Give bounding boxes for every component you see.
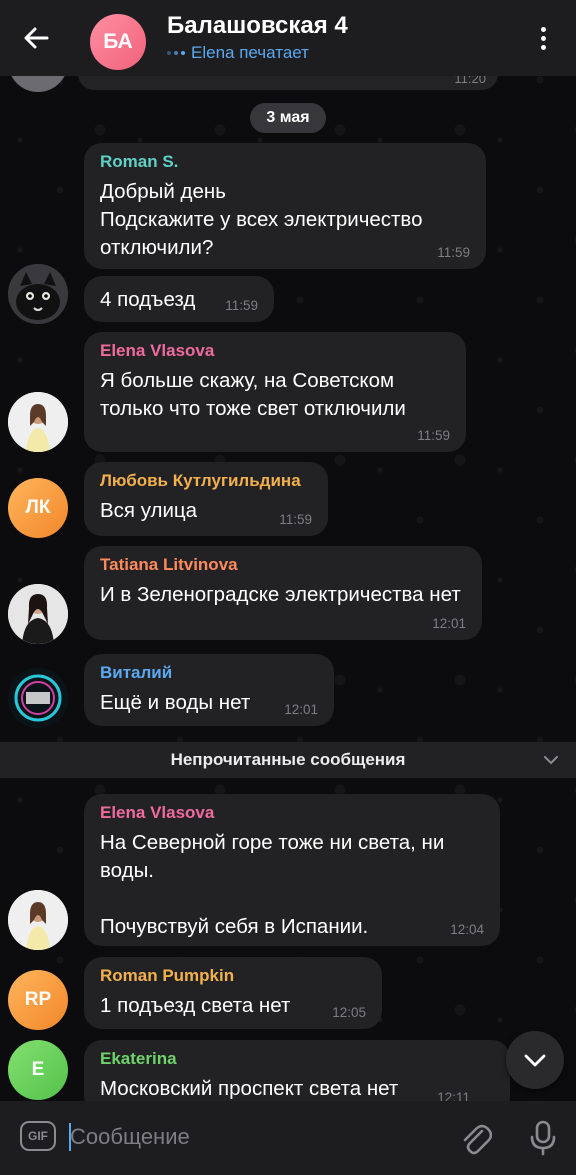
unread-messages-divider[interactable]: Непрочитанные сообщения [0, 742, 576, 778]
avatar-roman-s[interactable] [8, 264, 68, 324]
cat-icon [8, 264, 68, 324]
message-time: 11:59 [437, 245, 470, 260]
message-bubble[interactable]: 4 подъезд 11:59 [84, 276, 274, 322]
avatar-roman-pumpkin[interactable]: RP [8, 970, 68, 1030]
message-text: 1 подъезд света нет [100, 994, 291, 1017]
avatar-vitaliy[interactable] [8, 668, 68, 728]
typing-status: Elena печатает [167, 43, 309, 63]
message-sender[interactable]: Любовь Кутлугильдина [100, 471, 312, 491]
message-bubble[interactable]: Elena Vlasova На Северной горе тоже ни с… [84, 794, 500, 946]
message-time: 12:05 [332, 1005, 366, 1020]
date-separator: 3 мая [250, 103, 326, 133]
message-sender[interactable]: Roman S. [100, 152, 470, 172]
message-text: Добрый день Подскажите у всех электричес… [100, 180, 423, 259]
message-sender[interactable]: Elena Vlasova [100, 341, 450, 361]
person-photo-icon [8, 890, 68, 950]
chat-avatar[interactable]: БА [90, 14, 146, 70]
message-bubble[interactable]: Tatiana Litvinova И в Зеленоградске элек… [84, 546, 482, 640]
message-time: 11:59 [225, 298, 258, 313]
arrow-left-icon [24, 27, 49, 49]
message-sender[interactable]: Виталий [100, 663, 318, 683]
chevron-down-icon [524, 1054, 546, 1067]
message-time: 12:01 [432, 616, 466, 631]
back-button[interactable] [20, 22, 56, 54]
avatar-elena-vlasova[interactable] [8, 392, 68, 452]
logo-icon [8, 668, 68, 728]
person-photo-icon [8, 392, 68, 452]
avatar-lyubov[interactable]: ЛК [8, 478, 68, 538]
chat-title[interactable]: Балашовская 4 [167, 12, 348, 40]
message-composer: GIF [0, 1101, 576, 1175]
message-bubble[interactable]: Roman S. Добрый день Подскажите у всех э… [84, 143, 486, 269]
message-time: 12:04 [450, 922, 484, 937]
message-text: Московский проспект света нет [100, 1077, 399, 1100]
message-text: Я больше скажу, на Советском только что … [100, 369, 406, 420]
typing-dots-icon [167, 51, 185, 55]
avatar-ekaterina[interactable]: E [8, 1040, 68, 1100]
message-time: 11:59 [279, 512, 312, 527]
more-options-button[interactable] [530, 22, 556, 54]
message-bubble[interactable]: Elena Vlasova Я больше скажу, на Советск… [84, 332, 466, 452]
message-input[interactable] [70, 1119, 430, 1155]
message-time: 12:01 [284, 702, 318, 717]
message-text: 4 подъезд [100, 288, 196, 311]
avatar-elena-vlasova[interactable] [8, 890, 68, 950]
message-text: На Северной горе тоже ни света, ни воды.… [100, 831, 445, 938]
message-bubble[interactable]: Любовь Кутлугильдина Вся улица 11:59 [84, 462, 328, 536]
message-bubble[interactable]: Roman Pumpkin 1 подъезд света нет 12:05 [84, 957, 382, 1029]
typing-status-text: Elena печатает [191, 43, 309, 62]
message-sender[interactable]: Elena Vlasova [100, 803, 484, 823]
message-sender[interactable]: Roman Pumpkin [100, 966, 366, 986]
chevron-down-icon[interactable] [542, 752, 560, 768]
gif-button[interactable]: GIF [20, 1121, 56, 1151]
scroll-to-bottom-button[interactable] [506, 1031, 564, 1089]
person-photo-icon [8, 584, 68, 644]
message-sender[interactable]: Tatiana Litvinova [100, 555, 466, 575]
avatar-tatiana-litvinova[interactable] [8, 584, 68, 644]
message-bubble[interactable]: Виталий Ещё и воды нет 12:01 [84, 654, 334, 726]
attach-icon[interactable] [458, 1119, 492, 1157]
chat-header: БА Балашовская 4 Elena печатает [0, 0, 576, 76]
message-time: 11:59 [417, 428, 450, 443]
message-sender[interactable]: Ekaterina [100, 1049, 494, 1069]
unread-label: Непрочитанные сообщения [170, 750, 406, 769]
microphone-icon[interactable] [528, 1119, 558, 1157]
message-text: И в Зеленоградске электричества нет [100, 583, 461, 606]
